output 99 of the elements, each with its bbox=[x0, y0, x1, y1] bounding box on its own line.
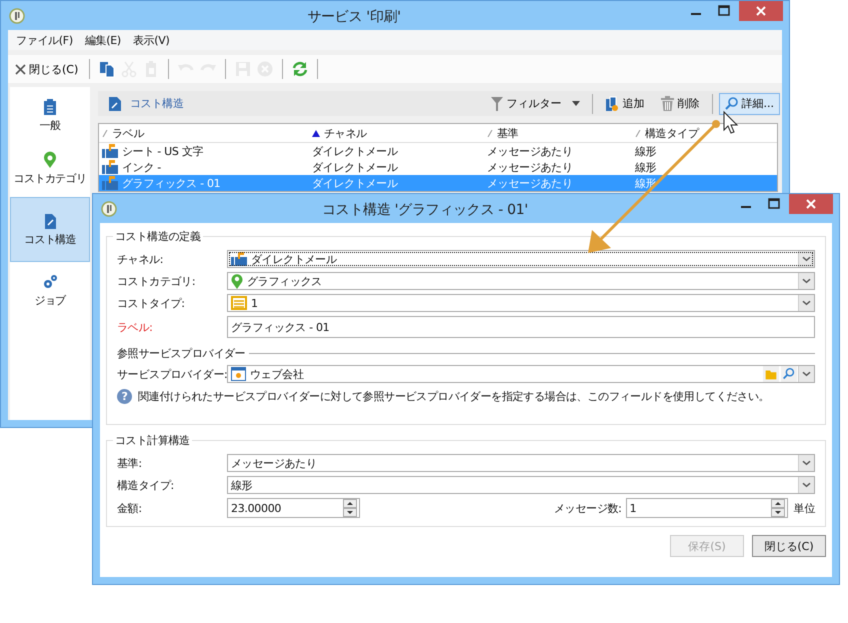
copy-icon[interactable] bbox=[98, 60, 116, 78]
dropdown-arrow-icon[interactable] bbox=[798, 477, 814, 493]
document-icon bbox=[42, 212, 58, 230]
menu-item[interactable]: 編集(E) bbox=[78, 32, 127, 48]
column-header[interactable]: 基準 bbox=[484, 124, 632, 142]
combo-box[interactable]: グラフィックス bbox=[227, 272, 815, 290]
mailbox-icon bbox=[102, 176, 118, 190]
close-button[interactable]: 閉じる(C) bbox=[12, 60, 82, 78]
table-cell: グラフィックス - 01 bbox=[122, 176, 220, 190]
table-cell: 線形 bbox=[635, 160, 656, 174]
field-value: 23.00000 bbox=[230, 500, 282, 516]
mailbox-icon bbox=[102, 160, 118, 174]
field-label: サービスプロバイダー: bbox=[117, 366, 227, 382]
combo-box[interactable]: 線形 bbox=[227, 476, 815, 494]
field-label: チャネル: bbox=[117, 252, 164, 266]
table-row[interactable]: インク - ダイレクトメール メッセージあたり 線形 bbox=[99, 159, 777, 175]
section-title: コスト計算構造 bbox=[114, 433, 191, 448]
dialog-title: コスト構造 'グラフィックス - 01' bbox=[321, 201, 529, 219]
column-header[interactable]: チャネル bbox=[309, 124, 484, 142]
field-label: コストタイプ: bbox=[117, 296, 186, 310]
search-icon bbox=[724, 97, 738, 110]
combo-box[interactable]: ウェブ会社 bbox=[227, 365, 815, 383]
map-pin-icon bbox=[42, 151, 58, 169]
dropdown-arrow-icon[interactable] bbox=[798, 251, 814, 267]
window-icon bbox=[231, 367, 246, 381]
dropdown-arrow-icon[interactable] bbox=[798, 366, 814, 382]
filter-button[interactable]: フィルター bbox=[484, 92, 586, 114]
table-cell: ダイレクトメール bbox=[312, 176, 398, 190]
field-value: グラフィックス bbox=[247, 274, 322, 288]
field-value: ダイレクトメール bbox=[251, 252, 337, 266]
close-icon bbox=[15, 64, 26, 74]
sidebar-item[interactable]: ジョブ bbox=[10, 266, 90, 315]
table-cell: ダイレクトメール bbox=[312, 144, 398, 158]
help-icon: ? bbox=[117, 389, 132, 404]
caret-icon bbox=[572, 101, 580, 106]
delete-button[interactable]: 削除 bbox=[654, 92, 706, 114]
dropdown-arrow-icon[interactable] bbox=[798, 455, 814, 471]
app-icon bbox=[101, 201, 117, 217]
search-icon[interactable] bbox=[780, 366, 798, 382]
list-title: コスト構造 bbox=[130, 96, 184, 111]
column-header[interactable]: ラベル bbox=[99, 124, 309, 142]
combo-box[interactable]: メッセージあたり bbox=[227, 454, 815, 472]
help-text: 関連付けられたサービスプロバイダーに対して参照サービスプロバイダーを指定する場合は、このフィールドを使用してください。 bbox=[138, 389, 770, 404]
combo-box[interactable]: ダイレクトメール bbox=[227, 250, 815, 268]
section-title: 参照サービスプロバイダー bbox=[117, 346, 246, 361]
document-icon bbox=[108, 96, 122, 112]
section-title: コスト構造の定義 bbox=[114, 229, 202, 244]
filter-icon bbox=[490, 96, 502, 110]
number-field[interactable]: 23.00000 bbox=[227, 498, 360, 518]
field-label: 構造タイプ: bbox=[117, 478, 175, 492]
field-label: メッセージ数: bbox=[554, 500, 622, 516]
details-button[interactable]: 詳細... bbox=[718, 92, 780, 114]
sidebar-item[interactable]: コストカテゴリ bbox=[10, 144, 90, 193]
unit-label: 単位 bbox=[794, 500, 815, 516]
field-value: ウェブ会社 bbox=[250, 366, 304, 382]
table-row[interactable]: シート - US 文字 ダイレクトメール メッセージあたり 線形 bbox=[99, 143, 777, 159]
field-value: メッセージあたり bbox=[230, 456, 318, 471]
field-label: 基準: bbox=[117, 456, 143, 470]
menu-item[interactable]: ファイル(F) bbox=[10, 32, 79, 48]
app-icon bbox=[9, 8, 25, 24]
mailbox-icon bbox=[231, 252, 247, 266]
gears-icon bbox=[42, 273, 58, 291]
spinner-arrows-icon[interactable] bbox=[343, 499, 357, 517]
close-icon[interactable] bbox=[739, 1, 783, 21]
dropdown-arrow-icon[interactable] bbox=[798, 295, 814, 311]
sidebar-item[interactable]: 一般 bbox=[10, 91, 90, 140]
field-value: 1 bbox=[251, 296, 258, 310]
map-pin-icon bbox=[231, 273, 243, 289]
field-label: 金額: bbox=[117, 500, 143, 516]
text-field[interactable]: グラフィックス - 01 bbox=[227, 316, 815, 338]
close-button[interactable]: 閉じる(C) bbox=[752, 535, 826, 557]
sidebar-item[interactable]: コスト構造 bbox=[10, 197, 90, 262]
window-title: サービス '印刷' bbox=[306, 8, 402, 26]
trash-icon bbox=[660, 96, 674, 111]
number-field[interactable]: 1 bbox=[626, 498, 788, 518]
field-value: グラフィックス - 01 bbox=[231, 320, 330, 334]
mailbox-icon bbox=[102, 144, 118, 158]
table-cell: メッセージあたり bbox=[487, 160, 573, 174]
field-value: 1 bbox=[628, 500, 638, 516]
table-cell: メッセージあたり bbox=[487, 176, 573, 190]
refresh-icon[interactable] bbox=[291, 60, 310, 78]
table-cell: メッセージあたり bbox=[487, 144, 573, 158]
field-label: ラベル: bbox=[117, 320, 154, 334]
table-cell: シート - US 文字 bbox=[122, 144, 204, 158]
menu-item[interactable]: 表示(V) bbox=[126, 32, 176, 48]
field-value: 線形 bbox=[230, 478, 254, 493]
combo-box[interactable]: 1 bbox=[227, 294, 815, 312]
table-cell: ダイレクトメール bbox=[312, 160, 398, 174]
table-cell: 線形 bbox=[635, 144, 656, 158]
close-icon[interactable] bbox=[789, 194, 833, 214]
table-cell: インク - bbox=[122, 160, 161, 174]
list-icon bbox=[231, 296, 247, 310]
clipboard-icon bbox=[42, 98, 58, 116]
field-label: コストカテゴリ: bbox=[117, 274, 196, 288]
dropdown-arrow-icon[interactable] bbox=[798, 273, 814, 289]
column-header[interactable]: 構造タイプ bbox=[632, 124, 777, 142]
spinner-arrows-icon[interactable] bbox=[770, 499, 785, 517]
add-icon bbox=[604, 96, 618, 112]
add-button[interactable]: 追加 bbox=[598, 92, 650, 114]
